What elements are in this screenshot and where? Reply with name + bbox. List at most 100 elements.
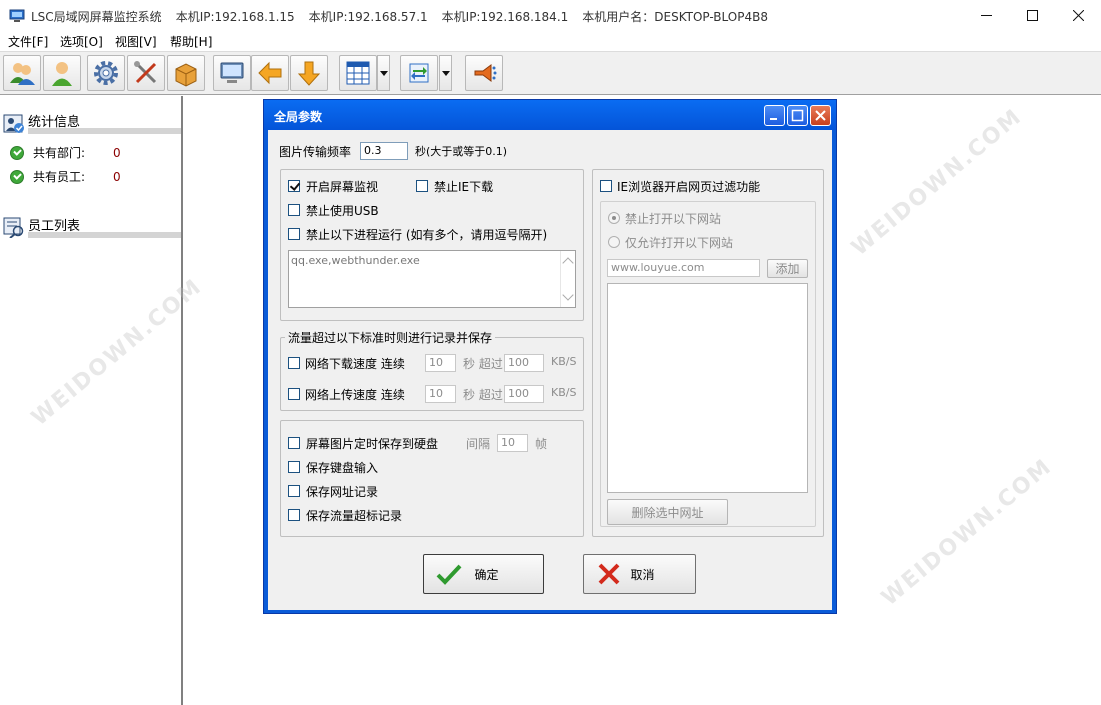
delete-url-button[interactable]: 删除选中网址 <box>607 499 728 525</box>
save-urls-checkbox[interactable] <box>288 485 300 497</box>
freq-label: 图片传输频率 <box>279 145 352 159</box>
transfer-button[interactable] <box>400 55 438 91</box>
cancel-label: 取消 <box>630 567 655 582</box>
dialog-close-button[interactable] <box>810 105 831 126</box>
menu-file[interactable]: 文件[F] <box>8 33 48 50</box>
allow-sites-label: 仅允许打开以下网站 <box>625 236 734 250</box>
download-limit-input[interactable]: 100 <box>504 354 544 372</box>
ip-1: 本机IP:192.168.1.15 <box>175 10 295 24</box>
menu-options[interactable]: 选项[O] <box>60 33 103 50</box>
package-button[interactable] <box>167 55 205 91</box>
monitor-icon <box>220 62 244 83</box>
block-usb-label: 禁止使用USB <box>306 204 379 218</box>
block-sites-radio[interactable] <box>608 212 620 224</box>
maximize-button[interactable] <box>1009 0 1055 31</box>
dialog-minimize-button[interactable] <box>764 105 785 126</box>
download-speed-label: 网络下载速度 连续 <box>305 357 405 371</box>
url-input[interactable]: www.louyue.com <box>607 259 760 277</box>
check-circle-icon <box>10 145 24 160</box>
user-button[interactable] <box>43 55 81 91</box>
layout-button[interactable] <box>339 55 377 91</box>
download-seconds-input[interactable]: 10 <box>425 354 456 372</box>
cancel-button[interactable]: 取消 <box>583 554 696 594</box>
add-url-button[interactable]: 添加 <box>767 259 808 278</box>
block-sites-label: 禁止打开以下网站 <box>625 212 722 226</box>
window-title: LSC局域网屏幕监控系统 本机IP:192.168.1.15 本机IP:192.16… <box>31 8 782 25</box>
online-users-button[interactable] <box>3 55 41 91</box>
layout-dropdown-button[interactable] <box>377 55 390 91</box>
save-screenshots-checkbox[interactable] <box>288 437 300 449</box>
save-keyboard-label: 保存键盘输入 <box>306 461 379 475</box>
menu-help[interactable]: 帮助[H] <box>170 33 212 50</box>
process-list-text: qq.exe,webthunder.exe <box>291 254 420 267</box>
upload-speed-checkbox[interactable] <box>288 388 300 400</box>
departments-row: 共有部门: 0 <box>10 144 121 161</box>
minimize-button[interactable] <box>963 0 1009 31</box>
transfer-dropdown-button[interactable] <box>439 55 452 91</box>
enable-monitor-checkbox[interactable] <box>288 180 300 192</box>
dialog-body: 图片传输频率 0.3 秒(大于或等于0.1) 开启屏幕监视 禁止IE下载 禁止使… <box>268 130 832 610</box>
ip-2: 本机IP:192.168.57.1 <box>308 10 428 24</box>
menu-view[interactable]: 视图[V] <box>115 33 157 50</box>
save-keyboard-checkbox[interactable] <box>288 461 300 473</box>
download-button[interactable] <box>290 55 328 91</box>
scroll-down-icon <box>562 289 574 301</box>
tools-icon <box>134 61 157 84</box>
previous-button[interactable] <box>251 55 289 91</box>
close-icon <box>815 110 826 121</box>
grid-layout-icon <box>346 61 370 85</box>
statistics-icon <box>3 114 24 133</box>
process-list-scrollbar[interactable] <box>560 251 575 307</box>
dialog-maximize-button[interactable] <box>787 105 808 126</box>
minimize-icon <box>770 118 777 120</box>
block-usb-checkbox[interactable] <box>288 204 300 216</box>
enable-monitor-label: 开启屏幕监视 <box>306 180 379 194</box>
menu-bar: 文件[F] 选项[O] 视图[V] 帮助[H] <box>0 31 1101 51</box>
settings-gear-icon <box>94 61 118 85</box>
freq-unit: 秒(大于或等于0.1) <box>415 145 508 158</box>
close-button[interactable] <box>1055 0 1101 31</box>
ok-button[interactable]: 确定 <box>423 554 544 594</box>
employees-label: 共有员工: <box>33 170 86 184</box>
interval-input[interactable]: 10 <box>497 434 528 452</box>
arrow-left-icon <box>258 61 282 85</box>
left-panel: 统计信息 共有部门: 0 共有员工: 0 员工列表 <box>0 96 183 705</box>
upload-seconds-input[interactable]: 10 <box>425 385 456 403</box>
departments-label: 共有部门: <box>33 146 86 160</box>
traffic-group-legend: 流量超过以下标准时则进行记录并保存 <box>285 329 496 346</box>
global-params-dialog: 全局参数 图片传输频率 0.3 秒(大于或等于0.1) 开启屏幕监视 禁止IE下… <box>263 99 837 614</box>
scroll-up-icon <box>562 257 574 269</box>
departments-value: 0 <box>113 145 121 160</box>
arrow-down-icon <box>297 61 321 86</box>
app-window: LSC局域网屏幕监控系统 本机IP:192.168.1.15 本机IP:192.16… <box>0 0 1101 705</box>
settings-button[interactable] <box>87 55 125 91</box>
block-ie-download-checkbox[interactable] <box>416 180 428 192</box>
ip-3: 本机IP:192.168.184.1 <box>441 10 569 24</box>
toolbar <box>0 51 1101 95</box>
process-list-textarea[interactable]: qq.exe,webthunder.exe <box>288 250 576 308</box>
app-monitor-icon <box>9 9 25 22</box>
block-process-checkbox[interactable] <box>288 228 300 240</box>
app-name: LSC局域网屏幕监控系统 <box>31 10 162 24</box>
broadcast-button[interactable] <box>465 55 503 91</box>
ie-filter-checkbox[interactable] <box>600 180 612 192</box>
user-icon <box>52 62 72 86</box>
ie-filter-label: IE浏览器开启网页过滤功能 <box>617 180 761 194</box>
maximize-icon <box>1026 10 1038 21</box>
stats-title-bar <box>28 128 181 134</box>
dialog-title: 全局参数 <box>274 110 323 124</box>
url-list[interactable] <box>607 283 808 493</box>
employees-row: 共有员工: 0 <box>10 168 121 185</box>
save-traffic-checkbox[interactable] <box>288 509 300 521</box>
save-screenshots-label: 屏幕图片定时保存到硬盘 <box>306 437 439 451</box>
download-speed-checkbox[interactable] <box>288 357 300 369</box>
freq-input[interactable]: 0.3 <box>360 142 408 160</box>
allow-sites-radio[interactable] <box>608 236 620 248</box>
employee-list-icon <box>3 217 24 238</box>
employee-list-bar <box>28 232 181 238</box>
upload-limit-input[interactable]: 100 <box>504 385 544 403</box>
block-process-label: 禁止以下进程运行 (如有多个，请用逗号隔开) <box>306 228 548 242</box>
tools-button[interactable] <box>127 55 165 91</box>
watermark: WEIDOWN.COM <box>847 104 1028 261</box>
monitor-button[interactable] <box>213 55 251 91</box>
